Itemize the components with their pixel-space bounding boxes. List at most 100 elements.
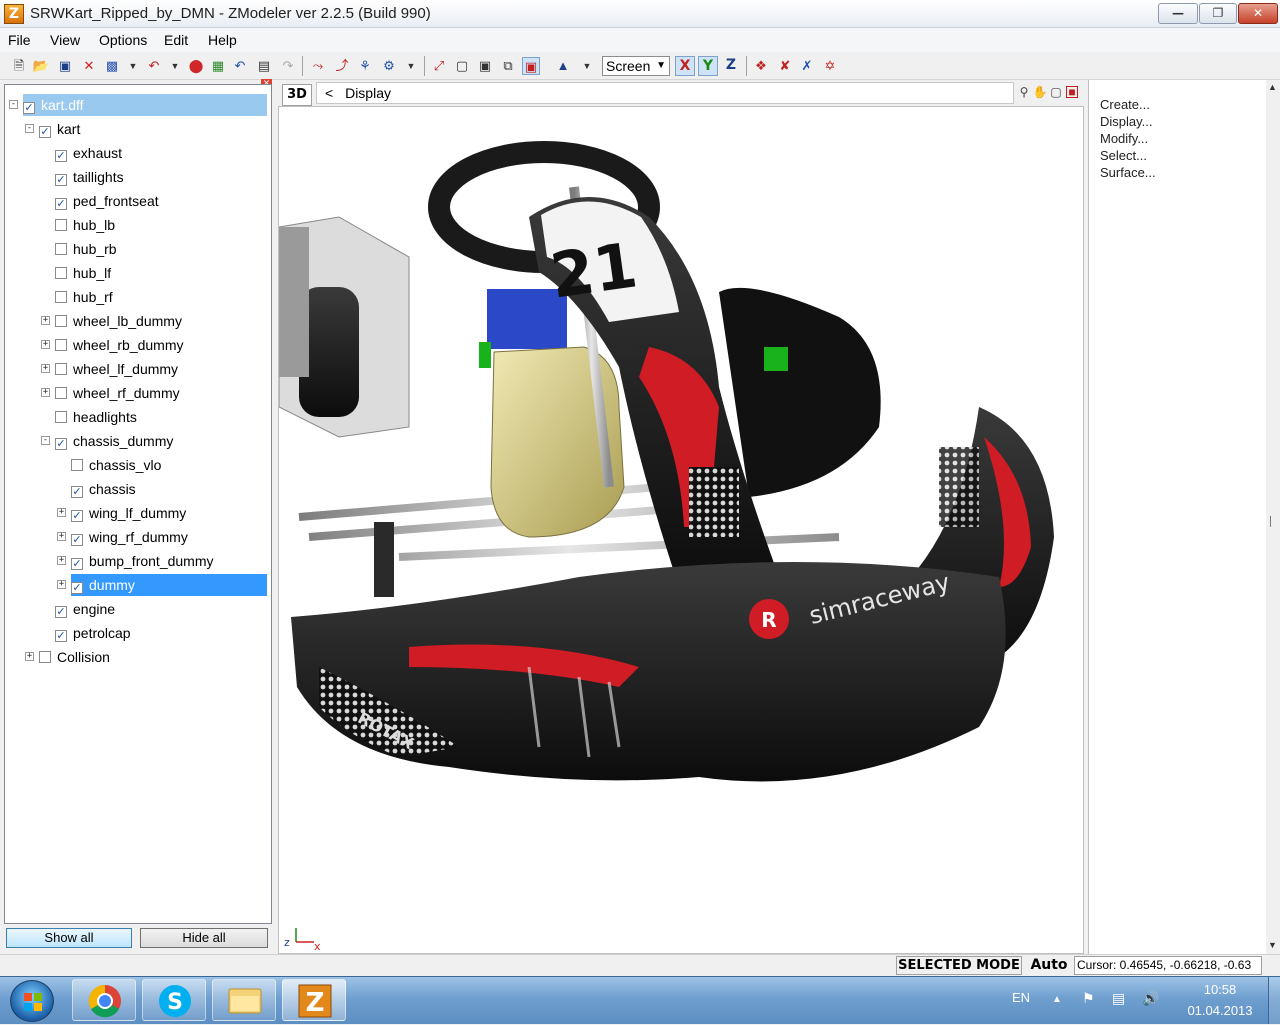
- menu-view[interactable]: View: [50, 32, 80, 48]
- command-panel-scrollbar[interactable]: ▲ │ ▼: [1266, 80, 1280, 954]
- select-faces-icon[interactable]: ⤴: [333, 57, 351, 75]
- tree-item-bump_front_dummy[interactable]: ✓ bump_front_dummy: [71, 550, 220, 572]
- vertex-mode-icon[interactable]: ⤢: [430, 57, 448, 75]
- fit-view-icon[interactable]: ▢: [1048, 84, 1064, 100]
- axis-x-toggle[interactable]: X: [675, 56, 695, 76]
- status-auto[interactable]: Auto: [1026, 956, 1072, 975]
- redo-icon[interactable]: ↷: [279, 57, 297, 75]
- visibility-checkbox[interactable]: [55, 267, 67, 279]
- tree-item-petrolcap[interactable]: ✓ petrolcap: [55, 622, 137, 644]
- minimize-button[interactable]: —: [1158, 3, 1198, 24]
- tree-item-wing_lf_dummy[interactable]: ✓ wing_lf_dummy: [71, 502, 192, 524]
- visibility-checkbox[interactable]: [55, 243, 67, 255]
- import-dropdown-icon[interactable]: ▼: [124, 57, 142, 75]
- tree-item-exhaust[interactable]: ✓ exhaust: [55, 142, 128, 164]
- export-dropdown-icon[interactable]: ▼: [166, 57, 184, 75]
- visibility-checkbox[interactable]: [55, 411, 67, 423]
- volume-icon[interactable]: 🔊: [1142, 990, 1159, 1007]
- menu-options[interactable]: Options: [99, 32, 147, 48]
- taskbar-skype[interactable]: S: [142, 979, 206, 1021]
- visibility-checkbox[interactable]: [39, 651, 51, 663]
- tree-expander-wheel_rf_dummy[interactable]: +: [41, 388, 50, 397]
- nav-back-button[interactable]: <: [325, 85, 333, 101]
- visibility-checkbox[interactable]: [55, 219, 67, 231]
- visibility-checkbox[interactable]: ✓: [55, 198, 67, 210]
- tree-item-wheel_rf_dummy[interactable]: wheel_rf_dummy: [55, 382, 186, 404]
- visibility-checkbox[interactable]: ✓: [39, 126, 51, 138]
- image-icon[interactable]: ▦: [209, 57, 227, 75]
- tree-expander-kart[interactable]: -: [25, 124, 34, 133]
- tree-item-headlights[interactable]: headlights: [55, 406, 143, 428]
- save-icon[interactable]: ▣: [56, 57, 74, 75]
- tree-item-hub_lb[interactable]: hub_lb: [55, 214, 121, 236]
- tree-item-engine[interactable]: ✓ engine: [55, 598, 121, 620]
- visibility-checkbox[interactable]: ✓: [55, 630, 67, 642]
- 3d-viewport[interactable]: 21 R simraceway ROTAX: [278, 106, 1084, 954]
- visibility-checkbox[interactable]: ✓: [71, 534, 83, 546]
- tree-expander-Collision[interactable]: +: [25, 652, 34, 661]
- select-hierarchy-icon[interactable]: ⚙: [380, 57, 398, 75]
- tree-item-kart.dff[interactable]: ✓ kart.dff: [23, 94, 267, 116]
- close-button[interactable]: ✕: [1238, 3, 1278, 24]
- visibility-checkbox[interactable]: ✓: [55, 150, 67, 162]
- visibility-checkbox[interactable]: [55, 291, 67, 303]
- export-icon[interactable]: ↶: [145, 57, 163, 75]
- scale-axis-icon[interactable]: ✡: [821, 57, 839, 75]
- zmodeler-app-icon[interactable]: Z: [4, 4, 24, 24]
- clock-date[interactable]: 01.04.2013: [1180, 1003, 1260, 1018]
- tree-item-dummy[interactable]: ✓ dummy: [71, 574, 269, 596]
- menu-help[interactable]: Help: [208, 32, 237, 48]
- visibility-checkbox[interactable]: ✓: [55, 438, 67, 450]
- show-all-button[interactable]: Show all: [6, 928, 132, 948]
- tree-item-chassis[interactable]: ✓ chassis: [71, 478, 142, 500]
- select-dropdown-icon[interactable]: ▼: [402, 57, 420, 75]
- visibility-checkbox[interactable]: [55, 363, 67, 375]
- pivot-dropdown-icon[interactable]: ▼: [578, 57, 596, 75]
- scroll-up-icon[interactable]: ▲: [1268, 82, 1277, 92]
- visibility-checkbox[interactable]: [55, 387, 67, 399]
- menu-edit[interactable]: Edit: [164, 32, 188, 48]
- tree-item-Collision[interactable]: Collision: [39, 646, 116, 668]
- pan-hand-icon[interactable]: ✋: [1032, 84, 1048, 100]
- network-icon[interactable]: ▤: [1112, 990, 1125, 1007]
- viewport-mode-button[interactable]: 3D: [282, 84, 312, 106]
- record-icon[interactable]: ⬤: [187, 57, 205, 75]
- align-icon[interactable]: ✘: [776, 57, 794, 75]
- scroll-thumb-icon[interactable]: │: [1268, 516, 1274, 526]
- tree-expander-wing_rf_dummy[interactable]: +: [57, 532, 66, 541]
- tree-item-hub_lf[interactable]: hub_lf: [55, 262, 117, 284]
- tree-expander-kart.dff[interactable]: -: [9, 100, 18, 109]
- group-mode-icon[interactable]: ▣: [522, 57, 540, 75]
- tree-item-wheel_rb_dummy[interactable]: wheel_rb_dummy: [55, 334, 190, 356]
- command-surface[interactable]: Surface...: [1100, 165, 1156, 180]
- rotate-axis-icon[interactable]: ✗: [798, 57, 816, 75]
- tree-expander-chassis_dummy[interactable]: -: [41, 436, 50, 445]
- tree-expander-wheel_lf_dummy[interactable]: +: [41, 364, 50, 373]
- tree-item-wheel_lb_dummy[interactable]: wheel_lb_dummy: [55, 310, 188, 332]
- visibility-checkbox[interactable]: ✓: [71, 486, 83, 498]
- mirror-icon[interactable]: ❖: [752, 57, 770, 75]
- face-mode-icon[interactable]: ▣: [476, 57, 494, 75]
- tree-item-hub_rb[interactable]: hub_rb: [55, 238, 123, 260]
- view-mode-select[interactable]: Screen ▼: [602, 56, 670, 76]
- taskbar-chrome[interactable]: [72, 979, 136, 1021]
- undo-icon[interactable]: ↶: [231, 57, 249, 75]
- tree-expander-wheel_rb_dummy[interactable]: +: [41, 340, 50, 349]
- pivot-icon[interactable]: ▲: [554, 57, 572, 75]
- tree-item-ped_frontseat[interactable]: ✓ ped_frontseat: [55, 190, 165, 212]
- axis-y-toggle[interactable]: Y: [698, 56, 718, 76]
- visibility-checkbox[interactable]: [55, 315, 67, 327]
- command-select[interactable]: Select...: [1100, 148, 1147, 163]
- tree-item-hub_rf[interactable]: hub_rf: [55, 286, 119, 308]
- visibility-checkbox[interactable]: ✓: [71, 558, 83, 570]
- restore-button[interactable]: ❐: [1199, 3, 1237, 24]
- delete-icon[interactable]: ✕: [80, 57, 98, 75]
- edge-mode-icon[interactable]: ▢: [453, 57, 471, 75]
- taskbar-explorer[interactable]: [212, 979, 276, 1021]
- tree-item-wheel_lf_dummy[interactable]: wheel_lf_dummy: [55, 358, 184, 380]
- maximize-viewport-icon[interactable]: ■: [1066, 86, 1078, 98]
- new-file-icon[interactable]: 🗎: [10, 57, 28, 75]
- properties-icon[interactable]: ▤: [255, 57, 273, 75]
- visibility-checkbox[interactable]: ✓: [23, 102, 35, 114]
- command-modify[interactable]: Modify...: [1100, 131, 1148, 146]
